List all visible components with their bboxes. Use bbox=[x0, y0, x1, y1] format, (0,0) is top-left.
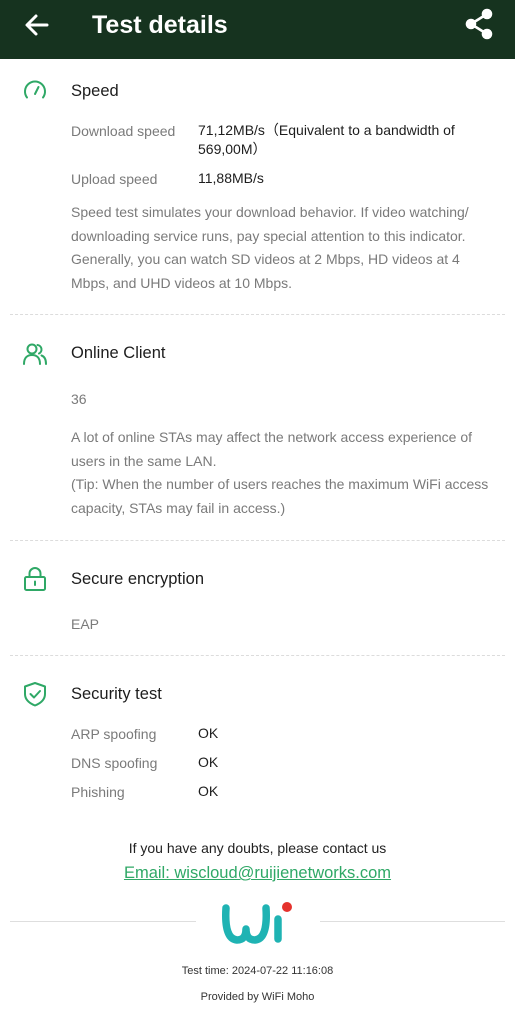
security-item-value: OK bbox=[198, 783, 219, 799]
test-time: Test time: 2024-07-22 11:16:08 bbox=[181, 965, 334, 977]
security-item-label: ARP spoofing bbox=[71, 726, 157, 742]
encryption-value: EAP bbox=[71, 616, 100, 632]
security-item-label: Phishing bbox=[71, 784, 125, 800]
security-item-label: DNS spoofing bbox=[71, 755, 158, 771]
online-client-tip: (Tip: When the number of users reaches t… bbox=[71, 476, 489, 516]
wifi-moho-logo-icon bbox=[221, 902, 292, 944]
speed-title: Speed bbox=[71, 82, 119, 100]
speed-description: Speed test simulates your download behav… bbox=[71, 204, 469, 291]
app-bar: Test details bbox=[0, 0, 515, 59]
arrow-left-icon[interactable] bbox=[22, 10, 52, 40]
section-divider bbox=[10, 540, 505, 541]
online-client-title: Online Client bbox=[71, 344, 166, 362]
section-divider bbox=[10, 655, 505, 656]
download-speed-label: Download speed bbox=[71, 123, 176, 139]
contact-email: Email: wiscloud@ruijienetworks.com bbox=[0, 862, 515, 884]
lock-icon bbox=[24, 567, 46, 591]
section-divider bbox=[10, 314, 505, 315]
shield-check-icon bbox=[24, 682, 46, 707]
upload-speed-label: Upload speed bbox=[71, 171, 158, 187]
share-icon[interactable] bbox=[463, 7, 495, 41]
online-client-count: 36 bbox=[71, 391, 87, 407]
download-speed-value: 71,12MB/s（Equivalent to a bandwidth of 5… bbox=[198, 122, 455, 157]
footer-divider-left bbox=[10, 921, 196, 922]
email-link[interactable]: Email: wiscloud@ruijienetworks.com bbox=[124, 864, 391, 882]
footer-divider-right bbox=[320, 921, 505, 922]
users-icon bbox=[23, 343, 47, 365]
contact-text: If you have any doubts, please contact u… bbox=[128, 840, 387, 856]
provided-by: Provided by WiFi Moho bbox=[200, 991, 315, 1003]
page-title: Test details bbox=[92, 11, 228, 39]
speedometer-icon bbox=[24, 80, 46, 99]
security-item-value: OK bbox=[198, 725, 219, 741]
online-client-description: A lot of online STAs may affect the netw… bbox=[71, 429, 473, 469]
encryption-title: Secure encryption bbox=[71, 570, 204, 588]
security-title: Security test bbox=[71, 685, 162, 703]
upload-speed-value: 11,88MB/s bbox=[198, 170, 264, 186]
security-item-value: OK bbox=[198, 754, 219, 770]
